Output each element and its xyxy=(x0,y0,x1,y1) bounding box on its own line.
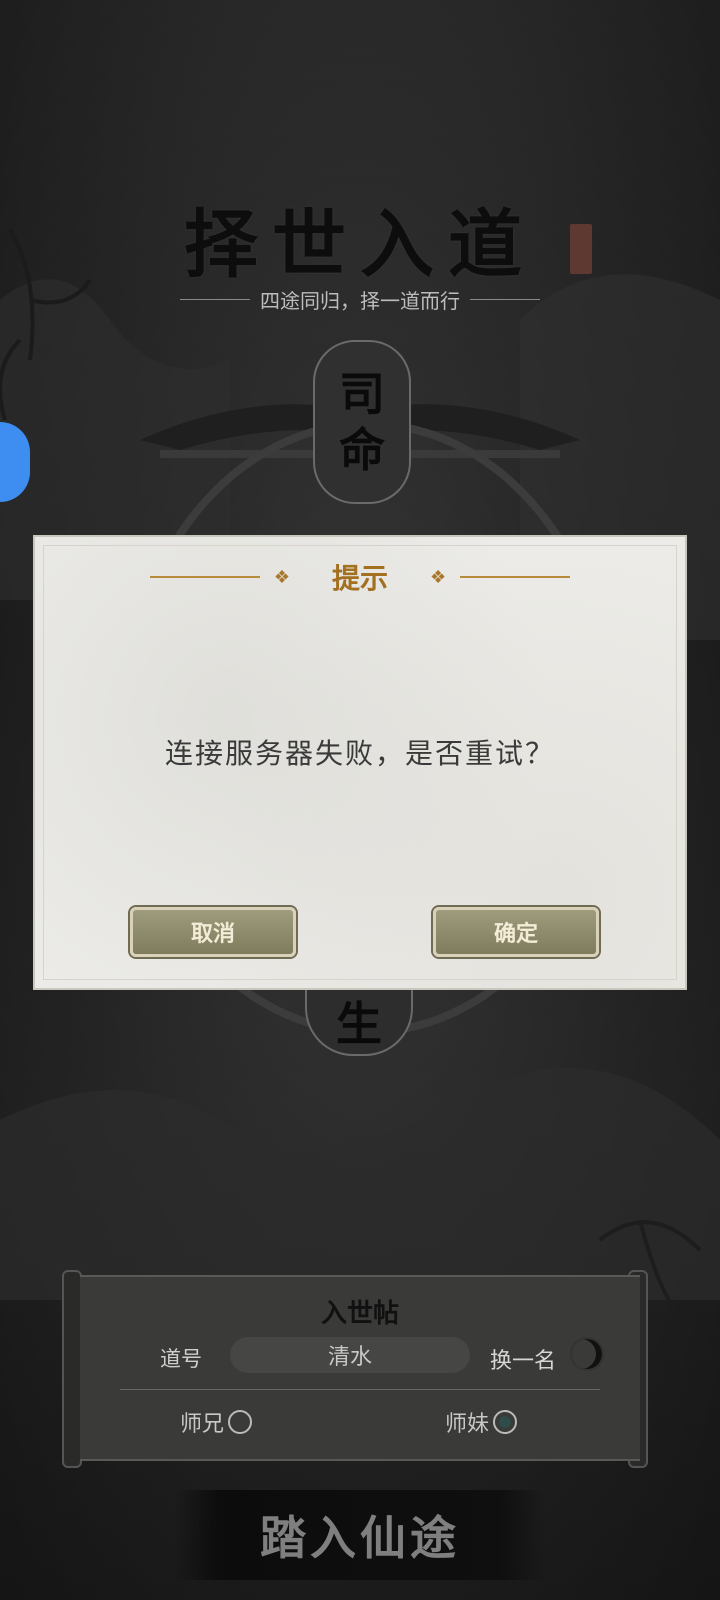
scroll-roller-left xyxy=(62,1270,82,1468)
path-medallion-top[interactable]: 司 命 xyxy=(313,340,411,504)
dialog-message: 连接服务器失败，是否重试？ xyxy=(164,737,555,770)
dialog-title: 提示 xyxy=(331,562,388,595)
character-scroll: 入世帖 道号 清水 换一名 师兄 师妹 xyxy=(80,1275,640,1461)
gender-female-label: 师妹 xyxy=(445,1412,490,1437)
refresh-moon-icon[interactable] xyxy=(570,1337,604,1371)
subtitle: 四途同归，择一道而行 xyxy=(0,285,720,314)
gender-option-male[interactable]: 师兄 xyxy=(180,1406,253,1438)
seal-stamp xyxy=(570,224,592,274)
gender-row: 师兄 师妹 xyxy=(80,1402,640,1438)
title-text: 择世入道 xyxy=(184,202,536,288)
diamond-ornament-icon: ❖ xyxy=(273,566,290,588)
name-label: 道号 xyxy=(160,1347,202,1371)
medallion-char-1: 司 xyxy=(339,367,385,421)
divider xyxy=(120,1389,600,1390)
cancel-button[interactable]: 取消 xyxy=(130,907,296,957)
name-input[interactable]: 清水 xyxy=(230,1337,470,1373)
alert-dialog: ❖ 提示 ❖ 连接服务器失败，是否重试？ 取消 确定 xyxy=(33,535,687,990)
diamond-ornament-icon: ❖ xyxy=(430,566,447,588)
name-row: 道号 清水 换一名 xyxy=(80,1337,640,1377)
dialog-header: ❖ 提示 ❖ xyxy=(35,557,685,597)
subtitle-line-left xyxy=(180,299,250,300)
title-line-left xyxy=(149,576,260,578)
scroll-title: 入世帖 xyxy=(320,1299,399,1329)
medallion-char-2: 命 xyxy=(339,423,385,477)
confirm-button[interactable]: 确定 xyxy=(433,907,599,957)
subtitle-line-right xyxy=(470,299,540,300)
enter-game-button[interactable]: 踏入仙途 xyxy=(175,1490,545,1580)
title-line-right xyxy=(460,576,571,578)
gender-male-radio[interactable] xyxy=(228,1410,253,1434)
subtitle-text: 四途同归，择一道而行 xyxy=(260,289,460,313)
page-title: 择世入道 xyxy=(0,185,720,292)
change-name-button[interactable]: 换一名 xyxy=(490,1343,556,1375)
gender-option-female[interactable]: 师妹 xyxy=(445,1406,518,1438)
gender-male-label: 师兄 xyxy=(180,1412,225,1437)
gender-female-radio[interactable] xyxy=(493,1410,518,1434)
medallion-bottom-char: 生 xyxy=(336,997,382,1051)
